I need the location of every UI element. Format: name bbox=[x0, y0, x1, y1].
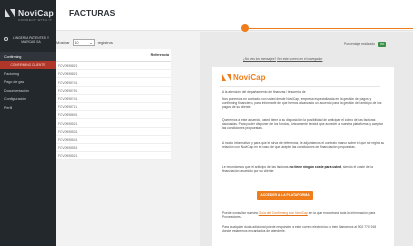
table-row[interactable]: FCV0998521 bbox=[56, 152, 171, 161]
table-row[interactable]: FCV0998821 bbox=[56, 70, 171, 79]
email-logo: NoviCap bbox=[222, 73, 265, 82]
progress-line bbox=[247, 28, 413, 29]
email-divider bbox=[220, 86, 380, 87]
email-logo-text: NoviCap bbox=[233, 73, 266, 82]
email-paragraph-1: Nos ponemos en contacto con usted desde … bbox=[222, 97, 382, 110]
table-row[interactable]: FCV0998531 bbox=[56, 128, 171, 136]
sidebar-item-documentacion[interactable]: Documentación bbox=[0, 86, 56, 95]
invoices-table: Referencia FCV0998821 FCV0998821 FCV0998… bbox=[56, 49, 171, 161]
table-row[interactable]: FCV0998521 bbox=[56, 119, 171, 128]
page-length-select[interactable]: 10 bbox=[72, 39, 95, 46]
table-row[interactable]: FCV0998821 bbox=[56, 62, 171, 71]
email-greeting: A la atención del departamento de finanz… bbox=[222, 90, 306, 94]
table-row[interactable]: FCV0998741 bbox=[56, 95, 171, 103]
novicap-logo-icon bbox=[5, 9, 15, 17]
column-header-reference[interactable]: Referencia bbox=[151, 53, 169, 57]
table-row[interactable]: FCV0998711 bbox=[56, 103, 171, 112]
user-name: LINGERIA PATENTES Y MARCAS SA bbox=[12, 36, 50, 44]
user-icon bbox=[4, 37, 8, 41]
page-title: FACTURAS bbox=[69, 8, 116, 18]
show-label: Mostrar bbox=[56, 40, 70, 45]
page-header: FACTURAS bbox=[56, 0, 413, 31]
access-platform-button[interactable]: ACCEDER A LA PLATAFORMA bbox=[257, 191, 313, 200]
webview-link[interactable]: Ver este correo en el navegador bbox=[277, 57, 322, 61]
completion-badge: 0% bbox=[377, 42, 387, 47]
table-row[interactable]: FCV0998551 bbox=[56, 144, 171, 153]
sidebar-item-configuracion[interactable]: Configuración bbox=[0, 95, 56, 104]
completion-indicator: Porcentaje realizado 0% bbox=[344, 42, 387, 47]
email-paragraph-4: Le recordamos que el anticipo de las fac… bbox=[222, 165, 385, 173]
sidebar: NoviCap CONNECT WITH IT LINGERIA PATENTE… bbox=[0, 0, 56, 246]
sidebar-item-confirming-cliente[interactable]: CONFIRMING CLIENTE bbox=[0, 60, 56, 69]
webview-question: ¿No ves los mensajes? bbox=[243, 57, 277, 61]
table-row[interactable]: FCV0998751 bbox=[56, 87, 171, 95]
table-header: Referencia bbox=[56, 49, 171, 62]
sidebar-nav: Confirming CONFIRMING CLIENTE Factoring … bbox=[0, 52, 56, 112]
table-row[interactable]: FCV0998741 bbox=[56, 78, 171, 87]
table-row[interactable]: FCV0998691 bbox=[56, 111, 171, 120]
email-paragraph-5: Puede consultar nuestra Guía del Confirm… bbox=[222, 211, 385, 219]
sidebar-item-pago-de-gas[interactable]: Pago de gas bbox=[0, 78, 56, 87]
sidebar-item-perfil[interactable]: Perfil bbox=[0, 103, 56, 112]
email-paragraph-4-bold: no tiene ningún coste para usted bbox=[289, 165, 342, 169]
email-paragraph-2: Queremos a este acuerdo, usted tiene a s… bbox=[222, 118, 383, 131]
confirming-guide-link[interactable]: Guía del Confirming con NoviCap bbox=[259, 211, 308, 215]
brand[interactable]: NoviCap bbox=[0, 0, 56, 18]
records-label: registros bbox=[97, 40, 113, 45]
app-window: NoviCap CONNECT WITH IT LINGERIA PATENTE… bbox=[0, 0, 413, 246]
sidebar-item-factoring[interactable]: Factoring bbox=[0, 69, 56, 78]
completion-label: Porcentaje realizado bbox=[344, 42, 375, 47]
email-paragraph-6: Para cualquier duda adicional puede resp… bbox=[222, 225, 377, 234]
brand-name: NoviCap bbox=[18, 8, 54, 18]
page-length-control: Mostrar 10 registros bbox=[56, 39, 113, 46]
webview-notice: ¿No ves los mensajes? Ver este correo en… bbox=[243, 57, 322, 61]
user-account[interactable]: LINGERIA PATENTES Y MARCAS SA bbox=[0, 22, 56, 44]
table-row[interactable]: FCV0998541 bbox=[56, 136, 171, 144]
novicap-logo-icon bbox=[222, 74, 231, 81]
email-paragraph-3: A modo informativo y para que le sirva d… bbox=[222, 141, 385, 150]
sidebar-item-confirming[interactable]: Confirming bbox=[0, 52, 56, 61]
